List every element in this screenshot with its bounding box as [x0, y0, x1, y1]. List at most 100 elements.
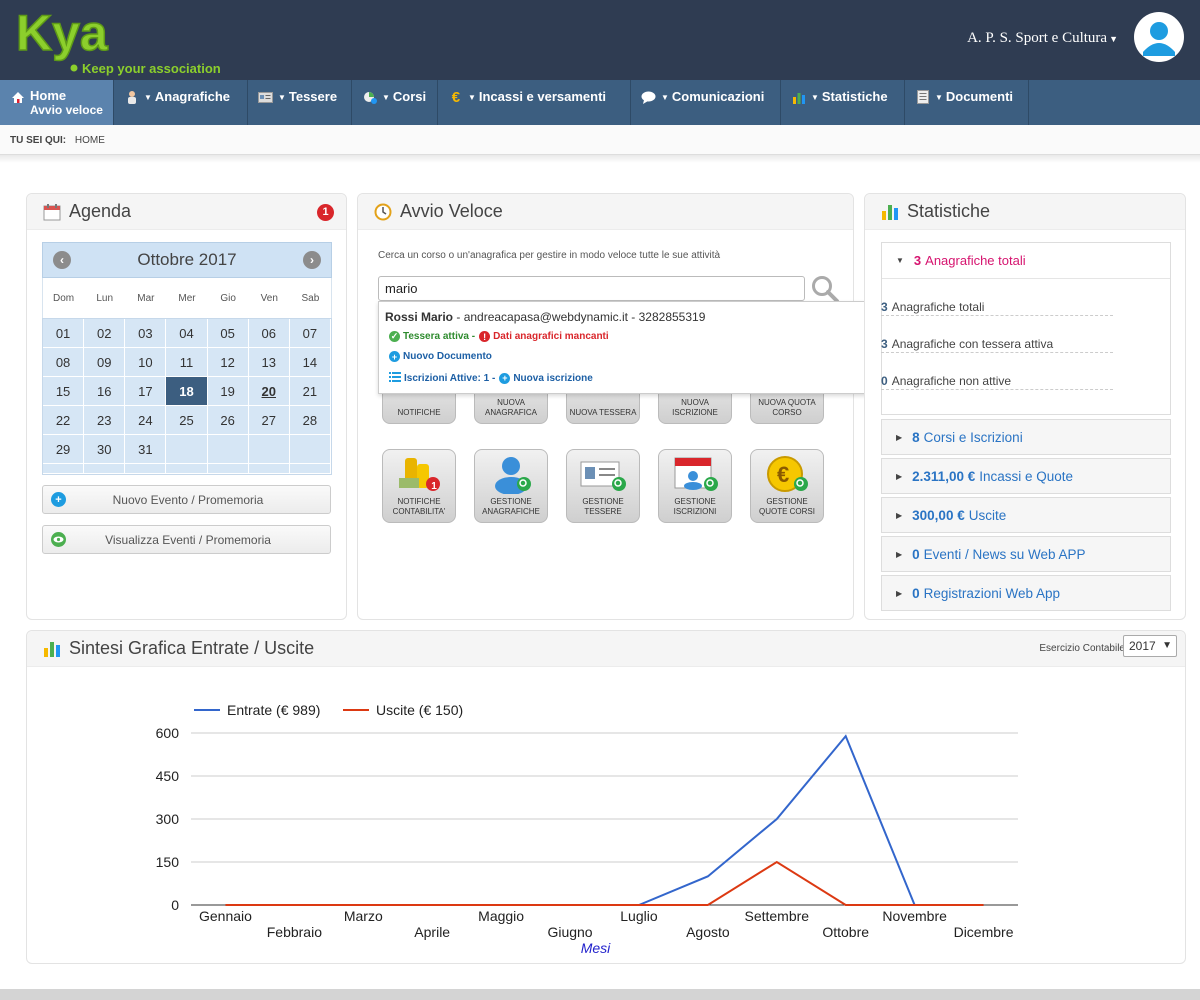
nav-incassi-label: Incassi e versamenti [478, 89, 607, 104]
tile-badge: 1 [431, 481, 437, 492]
tile-gestione-anagrafiche[interactable]: Gestione Anagrafiche [474, 449, 548, 523]
calendar-day[interactable]: 28 [289, 406, 331, 435]
calendar-day[interactable]: 19 [207, 377, 249, 406]
agenda-panel: Agenda 1 ‹ Ottobre 2017 › Dom Lun Mar Me… [26, 193, 347, 620]
x-tick-label: Ottobre [822, 924, 869, 940]
calendar-day[interactable]: 24 [125, 406, 167, 435]
calendar-day[interactable]: 01 [43, 319, 85, 348]
calendar-day[interactable]: 31 [125, 435, 167, 464]
calendar-day[interactable]: 06 [248, 319, 290, 348]
calendar-day[interactable]: 10 [125, 348, 167, 377]
calendar-day[interactable]: 17 [125, 377, 167, 406]
calendar-day[interactable]: 21 [289, 377, 331, 406]
calendar-day[interactable]: 14 [289, 348, 331, 377]
person-icon [124, 90, 140, 104]
stat-incassi-button[interactable]: ▶ 2.311,00 € Incassi e Quote [881, 458, 1171, 494]
nav-tessere[interactable]: ▼ Tessere [248, 80, 352, 125]
year-select[interactable]: 2017 ▼ [1123, 635, 1177, 657]
tile-gestione-tessere[interactable]: Gestione Tessere [566, 449, 640, 523]
calendar-day-empty [166, 435, 208, 464]
calendar-day[interactable]: 23 [84, 406, 126, 435]
calendar-day[interactable]: 25 [166, 406, 208, 435]
calendar-day[interactable]: 16 [84, 377, 126, 406]
tile-label: Notifiche Contabilita' [392, 497, 446, 516]
calendar-day[interactable]: 11 [166, 348, 208, 377]
euro-coin-search-icon: € [765, 454, 811, 499]
nav-statistiche[interactable]: ▼ Statistiche [781, 80, 905, 125]
stat-registrazioni-button[interactable]: ▶ 0 Registrazioni Web App [881, 575, 1171, 611]
calendar-day[interactable]: 07 [289, 319, 331, 348]
calendar-day[interactable]: 12 [207, 348, 249, 377]
stat-uscite-button[interactable]: ▶ 300,00 € Uscite [881, 497, 1171, 533]
caret-down-icon: ▼ [1162, 640, 1172, 651]
caret-right-icon: ▶ [896, 510, 903, 520]
breadcrumb-current[interactable]: HOME [75, 135, 105, 146]
breadcrumb-prefix: TU SEI QUI: [10, 135, 67, 146]
tile-label: Notifiche [397, 408, 441, 417]
chevron-left-icon[interactable]: ‹ [53, 251, 71, 269]
x-tick-label: Agosto [686, 924, 730, 940]
footer-bar [0, 989, 1200, 1000]
stat-eventi-button[interactable]: ▶ 0 Eventi / News su Web APP [881, 536, 1171, 572]
calendar-day[interactable]: 02 [84, 319, 126, 348]
agenda-notification-badge[interactable]: 1 [317, 204, 334, 221]
calendar: ‹ Ottobre 2017 › Dom Lun Mar Mer Gio Ven… [42, 242, 332, 475]
calendar-day[interactable]: 22 [43, 406, 85, 435]
calendar-day[interactable]: 20 [248, 377, 290, 406]
calendar-day[interactable]: 08 [43, 348, 85, 377]
calendar-day[interactable]: 13 [248, 348, 290, 377]
calendar-day[interactable]: 29 [43, 435, 85, 464]
nav-comunicazioni-label: Comunicazioni [671, 89, 765, 104]
tile-notifiche-contabilita[interactable]: 1 Notifiche Contabilita' [382, 449, 456, 523]
calendar-day-empty [125, 464, 167, 474]
calendar-day[interactable]: 05 [207, 319, 249, 348]
stat-corsi-button[interactable]: ▶ 8 Corsi e Iscrizioni [881, 419, 1171, 455]
calendar-day[interactable]: 27 [248, 406, 290, 435]
tile-gestione-iscrizioni[interactable]: Gestione Iscrizioni [658, 449, 732, 523]
user-avatar-icon[interactable] [1134, 12, 1184, 62]
agenda-title: Agenda [69, 201, 132, 221]
nav-comunicazioni[interactable]: ▼ Comunicazioni [631, 80, 781, 125]
kya-logo[interactable]: Kya Keep your association [14, 4, 254, 78]
calendar-month: Ottobre 2017 [137, 250, 237, 269]
caret-right-icon: ▶ [896, 549, 903, 559]
nav-anagrafiche[interactable]: ▼ Anagrafiche [114, 80, 248, 125]
view-events-button[interactable]: Visualizza Eventi / Promemoria [42, 525, 331, 554]
new-document-text: Nuovo Documento [403, 351, 492, 362]
tile-label: Gestione Tessere [582, 497, 624, 516]
calendar-day[interactable]: 09 [84, 348, 126, 377]
calendar-day[interactable]: 30 [84, 435, 126, 464]
new-event-label: Nuovo Evento / Promemoria [112, 492, 264, 507]
new-event-button[interactable]: + Nuovo Evento / Promemoria [42, 485, 331, 514]
income-expense-line-chart: 0 150 300 450 600 Gennaio Febbraio Marzo Aprile M… [156, 702, 1018, 956]
stat-row: 3 Anagrafiche con tessera attiva [881, 323, 1113, 353]
main-nav: Home Avvio veloce ▼ Anagrafiche ▼ Tesser… [0, 80, 1200, 125]
calendar-day[interactable]: 03 [125, 319, 167, 348]
calendar-day[interactable]: 15 [43, 377, 85, 406]
y-tick-label: 300 [156, 811, 180, 827]
nav-corsi[interactable]: ▼ Corsi [352, 80, 438, 125]
stat-row: 3 Anagrafiche totali [881, 286, 1113, 316]
breadcrumb-shadow [0, 155, 1200, 163]
new-subscription-link[interactable]: Nuova iscrizione [513, 373, 592, 384]
subscriptions-text[interactable]: Iscrizioni Attive: 1 - [404, 373, 495, 384]
calendar-day[interactable]: 04 [166, 319, 208, 348]
calendar-day[interactable]: 18 [166, 377, 208, 406]
y-tick-label: 0 [171, 897, 179, 913]
card-search-icon [579, 460, 629, 499]
calendar-icon [43, 203, 61, 221]
nav-home-title: Home [30, 88, 67, 103]
calendar-day[interactable]: 26 [207, 406, 249, 435]
search-result-item[interactable]: Rossi Mario - andreacapasa@webdynamic.it… [385, 310, 705, 324]
stat-anagrafiche-num: 3 [913, 253, 922, 268]
nav-home[interactable]: Home Avvio veloce [0, 80, 114, 125]
plus-circle-icon: + [389, 351, 400, 362]
chevron-right-icon[interactable]: › [303, 251, 321, 269]
nav-incassi[interactable]: € ▼ Incassi e versamenti [438, 80, 631, 125]
nav-documenti[interactable]: ▼ Documenti [905, 80, 1029, 125]
organization-menu[interactable]: A. P. S. Sport e Cultura ▼ [967, 30, 1118, 47]
tile-gestione-quote-corsi[interactable]: € Gestione Quote Corsi [750, 449, 824, 523]
new-document-link[interactable]: + Nuovo Documento [389, 351, 492, 362]
quickstart-search-input[interactable]: mario [378, 276, 805, 301]
stat-anagrafiche-header[interactable]: ▼ 3 Anagrafiche totali [882, 243, 1170, 279]
